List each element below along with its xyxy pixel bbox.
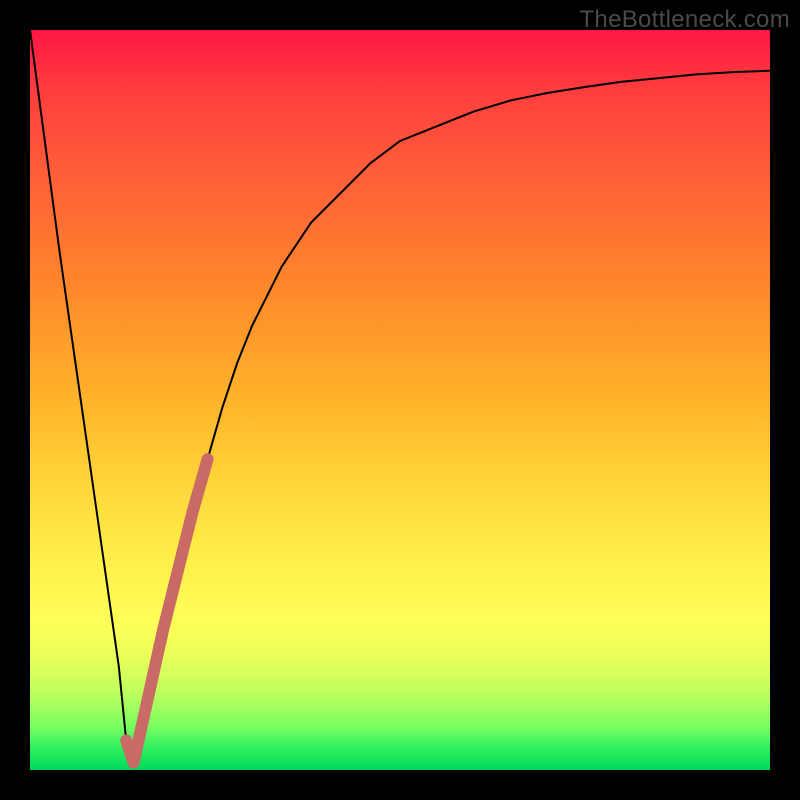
chart-frame: TheBottleneck.com <box>0 0 800 800</box>
bottleneck-curve <box>30 30 770 763</box>
highlight-segment <box>126 459 207 762</box>
plot-area <box>30 30 770 770</box>
chart-svg <box>30 30 770 770</box>
